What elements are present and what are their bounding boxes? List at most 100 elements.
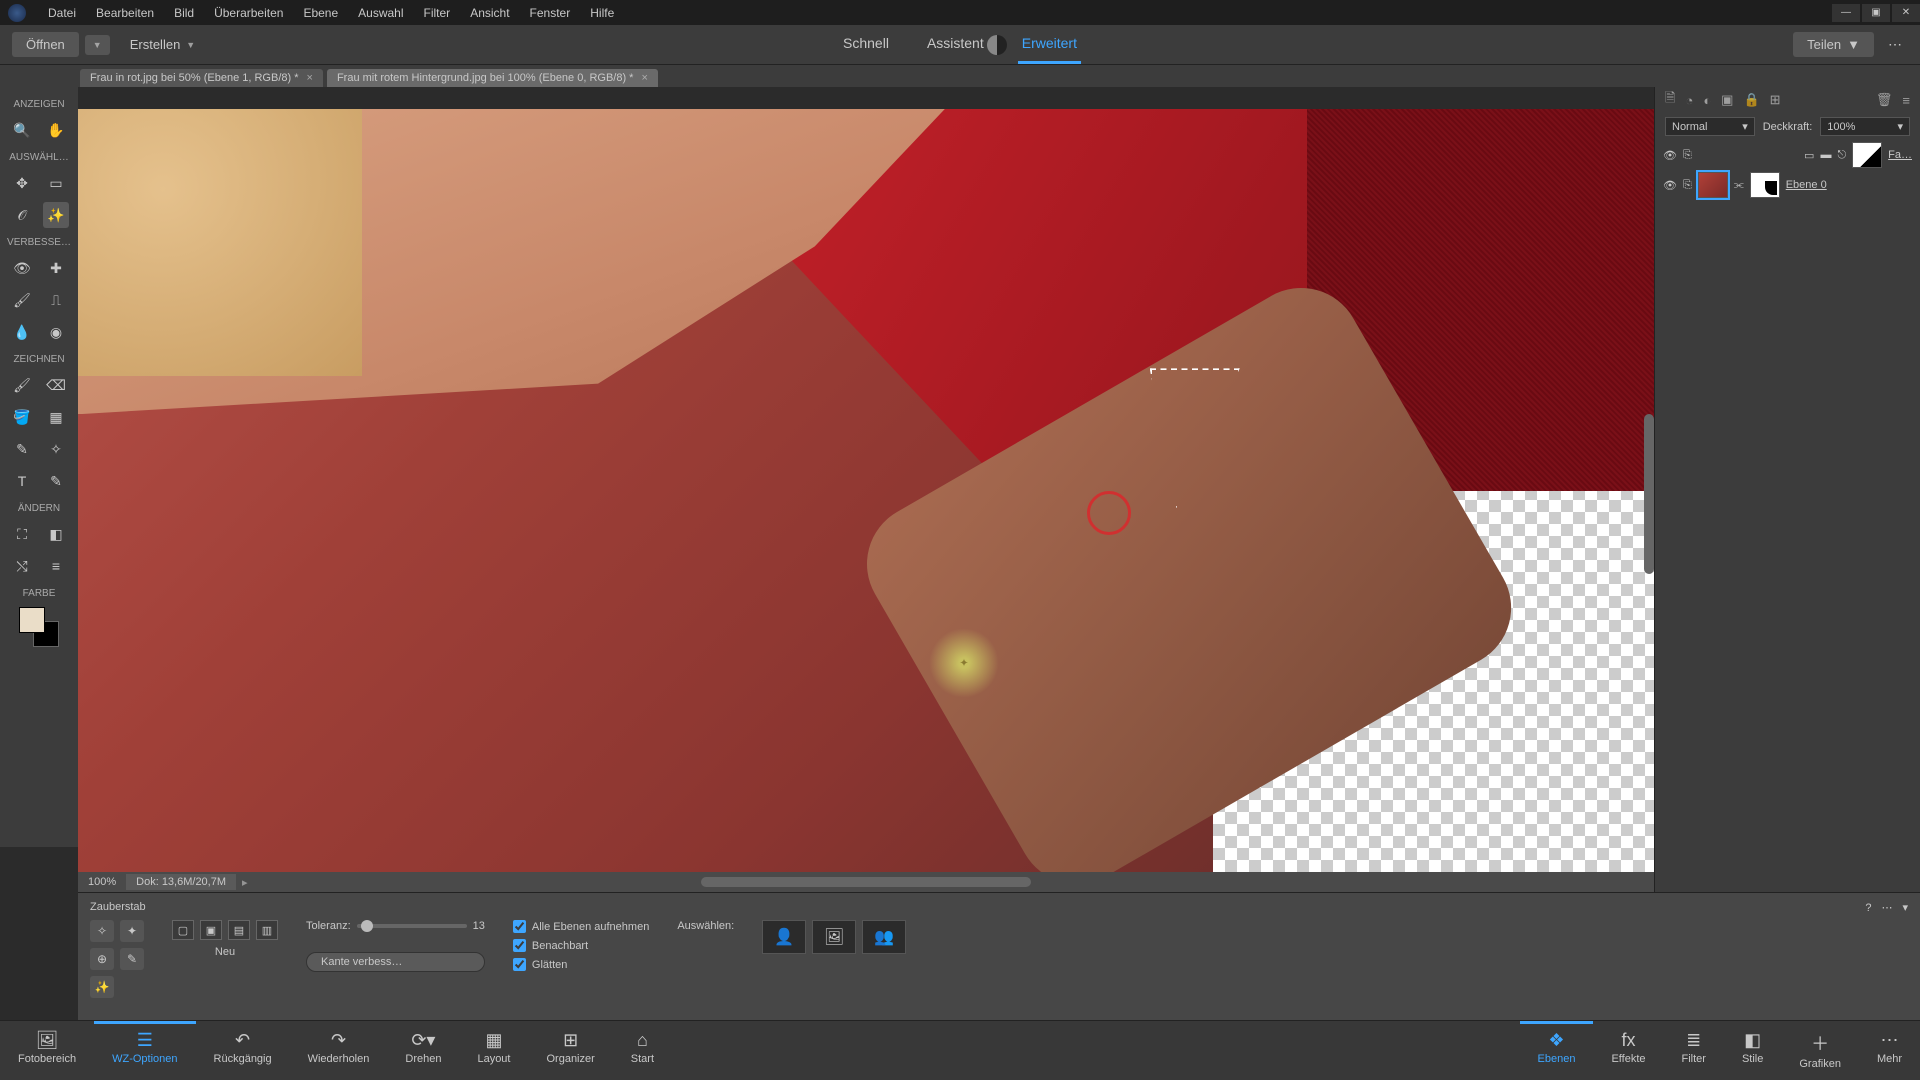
layer-name[interactable]: Ebene 0 — [1786, 179, 1827, 191]
window-minimize[interactable]: — — [1832, 4, 1860, 22]
layer-mask-thumb[interactable] — [1852, 142, 1882, 168]
new-layer-icon[interactable]: 🗎 — [1665, 89, 1675, 111]
trash-icon[interactable]: 🗑 — [1876, 92, 1893, 108]
visibility-icon[interactable]: 👁 — [1663, 179, 1677, 192]
collapse-icon[interactable]: ▾ — [1902, 901, 1908, 914]
tolerance-slider[interactable] — [357, 924, 467, 928]
menu-ebene[interactable]: Ebene — [293, 6, 348, 20]
move-tool-icon[interactable]: ✥ — [9, 170, 35, 196]
horizontal-scrollbar[interactable] — [701, 877, 1031, 887]
select-background-button[interactable]: 🖼 — [812, 920, 856, 954]
recompose-tool-icon[interactable]: ◧ — [43, 521, 69, 547]
zoom-tool-icon[interactable]: 🔍 — [9, 117, 35, 143]
window-maximize[interactable]: ▣ — [1862, 4, 1890, 22]
menu-hilfe[interactable]: Hilfe — [580, 6, 624, 20]
close-icon[interactable]: × — [307, 72, 313, 84]
bin-effects[interactable]: fxEffekte — [1593, 1021, 1663, 1080]
magic-wand-tool-icon[interactable]: ✨ — [43, 202, 69, 228]
gradient-tool-icon[interactable]: ▦ — [43, 404, 69, 430]
share-button[interactable]: Teilen ▼ — [1793, 32, 1874, 57]
zoom-level[interactable]: 100% — [78, 876, 126, 888]
menu-filter[interactable]: Filter — [414, 6, 461, 20]
refine-edge-button[interactable]: Kante verbess… — [306, 952, 485, 972]
menu-ueberarbeiten[interactable]: Überarbeiten — [204, 6, 293, 20]
fx-icon[interactable]: ⊞ — [1770, 92, 1781, 108]
close-icon[interactable]: × — [641, 72, 647, 84]
tab-assist[interactable]: Assistent — [923, 25, 988, 64]
blend-mode-select[interactable]: Normal▾ — [1665, 117, 1755, 136]
eyedropper-tool-icon[interactable]: ✎ — [9, 436, 35, 462]
contiguous-checkbox[interactable]: Benachbart — [513, 939, 649, 952]
open-button[interactable]: Öffnen — [12, 32, 79, 57]
bin-layers[interactable]: ❖Ebenen — [1520, 1021, 1594, 1080]
options-menu-icon[interactable]: ⋯ — [1881, 901, 1892, 914]
image-canvas[interactable] — [78, 109, 1654, 872]
fill-tool-icon[interactable]: 🪣 — [9, 404, 35, 430]
marquee-tool-icon[interactable]: ▭ — [43, 170, 69, 196]
bin-undo[interactable]: ↶Rückgängig — [196, 1021, 290, 1080]
menu-fenster[interactable]: Fenster — [520, 6, 581, 20]
vertical-scrollbar[interactable] — [1644, 414, 1654, 574]
selection-subtract[interactable]: ▤ — [228, 920, 250, 940]
menu-bild[interactable]: Bild — [164, 6, 204, 20]
new-group-icon[interactable]: ◔ — [1685, 93, 1693, 108]
wand-variant-1-icon[interactable]: ✧ — [90, 920, 114, 942]
mask-icon[interactable]: ▣ — [1721, 92, 1733, 108]
menu-auswahl[interactable]: Auswahl — [348, 6, 413, 20]
blur-tool-icon[interactable]: 💧 — [9, 319, 35, 345]
select-sky-button[interactable]: 👥 — [862, 920, 906, 954]
layer-name[interactable]: Fa… — [1888, 149, 1912, 161]
straighten-tool-icon[interactable]: ≡ — [43, 553, 69, 579]
shape-tool-icon[interactable]: ✧ — [43, 436, 69, 462]
wand-variant-5-icon[interactable]: ✨ — [90, 976, 114, 998]
selection-add[interactable]: ▣ — [200, 920, 222, 940]
color-swatches[interactable] — [19, 607, 59, 647]
bin-graphics[interactable]: ＋Grafiken — [1781, 1021, 1859, 1080]
more-menu[interactable]: ⋯ — [1882, 36, 1908, 53]
bin-layout[interactable]: ▦Layout — [459, 1021, 528, 1080]
brush-tool-icon[interactable]: 🖌 — [9, 372, 35, 398]
foreground-color[interactable] — [19, 607, 45, 633]
create-button[interactable]: Erstellen ▼ — [116, 32, 210, 57]
hand-tool-icon[interactable]: ✋ — [43, 117, 69, 143]
layer-row-1[interactable]: 👁 ⎘ ▭ ▬ ⎋ Fa… — [1655, 140, 1920, 170]
visibility-icon[interactable]: 👁 — [1663, 149, 1677, 162]
lock-icon[interactable]: 🔒 — [1743, 92, 1759, 108]
link-icon[interactable]: ⎘ — [1683, 179, 1692, 192]
antialias-checkbox[interactable]: Glätten — [513, 958, 649, 971]
text-tool-icon[interactable]: T — [9, 468, 35, 494]
eraser-tool-icon[interactable]: ⌫ — [43, 372, 69, 398]
spot-heal-tool-icon[interactable]: ✚ — [43, 255, 69, 281]
open-dropdown[interactable]: ▼ — [85, 35, 110, 55]
info-flyout-icon[interactable]: ▸ — [242, 876, 248, 889]
bin-more[interactable]: ⋯Mehr — [1859, 1021, 1920, 1080]
pencil-tool-icon[interactable]: ✎ — [43, 468, 69, 494]
menu-ansicht[interactable]: Ansicht — [460, 6, 519, 20]
clone-tool-icon[interactable]: ⎍ — [43, 287, 69, 313]
doc-tab-1[interactable]: Frau mit rotem Hintergrund.jpg bei 100% … — [327, 69, 658, 87]
link-icon[interactable]: ⎘ — [1683, 149, 1692, 162]
sponge-tool-icon[interactable]: ◉ — [43, 319, 69, 345]
bin-rotate[interactable]: ⟳▾Drehen — [387, 1021, 459, 1080]
wand-variant-4-icon[interactable]: ✎ — [120, 948, 144, 970]
menu-datei[interactable]: Datei — [38, 6, 86, 20]
tab-quick[interactable]: Schnell — [839, 25, 893, 64]
select-subject-button[interactable]: 👤 — [762, 920, 806, 954]
panel-menu-icon[interactable]: ≡ — [1902, 93, 1910, 108]
bin-filter[interactable]: ≣Filter — [1664, 1021, 1724, 1080]
bin-organizer[interactable]: ⊞Organizer — [528, 1021, 612, 1080]
doc-tab-0[interactable]: Frau in rot.jpg bei 50% (Ebene 1, RGB/8)… — [80, 69, 323, 87]
layer-thumb[interactable] — [1698, 172, 1728, 198]
wand-variant-2-icon[interactable]: ✦ — [120, 920, 144, 942]
menu-bearbeiten[interactable]: Bearbeiten — [86, 6, 164, 20]
bin-redo[interactable]: ↷Wiederholen — [290, 1021, 388, 1080]
wand-variant-3-icon[interactable]: ⊕ — [90, 948, 114, 970]
tab-expert[interactable]: Erweitert — [1018, 25, 1081, 64]
canvas-area[interactable] — [78, 109, 1654, 872]
selection-intersect[interactable]: ▥ — [256, 920, 278, 940]
redeye-tool-icon[interactable]: 👁 — [9, 255, 35, 281]
bin-home[interactable]: ⌂Start — [613, 1021, 672, 1080]
window-close[interactable]: ✕ — [1892, 4, 1920, 22]
lasso-tool-icon[interactable]: 𝒪 — [9, 202, 35, 228]
adjustment-icon[interactable]: ◐ — [1703, 93, 1711, 108]
